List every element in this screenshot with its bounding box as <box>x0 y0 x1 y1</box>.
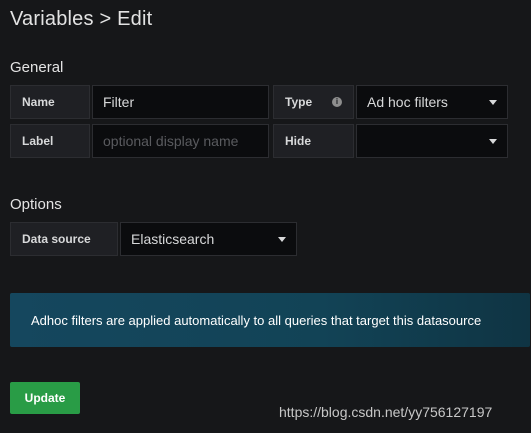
info-alert-text: Adhoc filters are applied automatically … <box>31 312 482 328</box>
datasource-select-value: Elasticsearch <box>131 231 215 247</box>
variable-edit-page: Variables > Edit General Name Type i Ad … <box>0 0 531 433</box>
hide-select[interactable] <box>356 124 508 158</box>
update-button[interactable]: Update <box>10 382 80 414</box>
name-input[interactable] <box>103 94 268 110</box>
type-select[interactable]: Ad hoc filters <box>356 85 508 119</box>
chevron-down-icon <box>489 100 497 105</box>
info-alert: Adhoc filters are applied automatically … <box>10 293 530 347</box>
info-icon[interactable]: i <box>332 97 342 107</box>
label-field[interactable] <box>92 124 269 158</box>
label-label: Label <box>10 124 90 158</box>
type-label: Type <box>285 95 313 109</box>
chevron-down-icon <box>278 237 286 242</box>
type-label-cell: Type i <box>273 85 354 119</box>
page-title: Variables > Edit <box>10 8 153 30</box>
label-input[interactable] <box>103 133 268 149</box>
name-field[interactable] <box>92 85 269 119</box>
datasource-select[interactable]: Elasticsearch <box>120 222 297 256</box>
hide-label: Hide <box>273 124 354 158</box>
chevron-down-icon <box>489 139 497 144</box>
watermark-text: https://blog.csdn.net/yy756127197 <box>279 404 493 420</box>
datasource-label: Data source <box>10 222 118 256</box>
name-label: Name <box>10 85 90 119</box>
options-section-title: Options <box>10 196 62 213</box>
type-select-value: Ad hoc filters <box>367 94 448 110</box>
general-section-title: General <box>10 59 64 76</box>
